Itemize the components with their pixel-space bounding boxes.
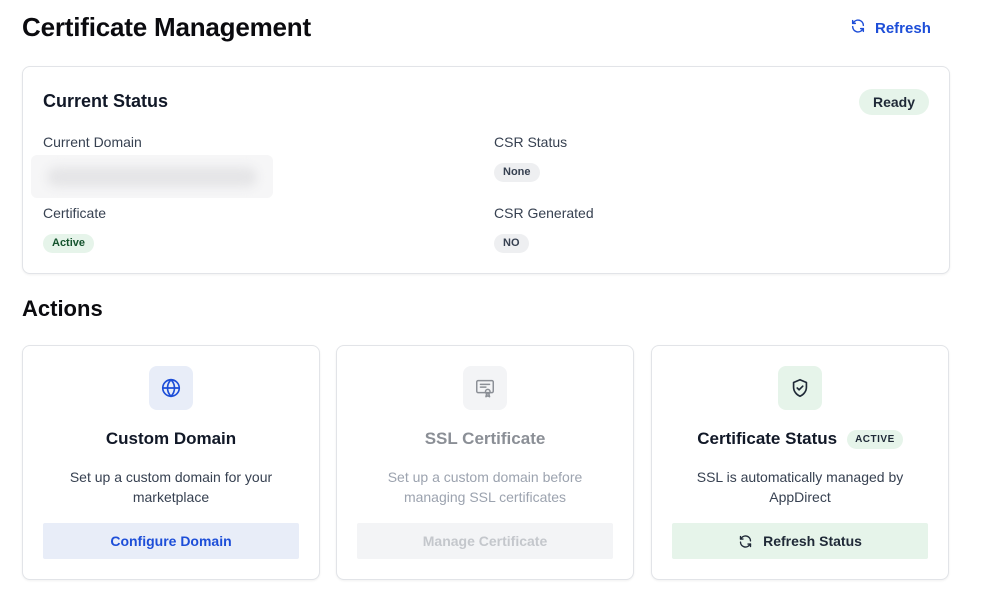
custom-domain-title: Custom Domain	[105, 429, 237, 448]
ssl-certificate-description: Set up a custom domain before managing S…	[387, 469, 583, 505]
csr-generated-badge: NO	[494, 234, 529, 253]
certificate-badge: Active	[43, 234, 95, 253]
status-title: Current Status	[43, 91, 169, 111]
configure-domain-button[interactable]: Configure Domain	[43, 523, 299, 559]
status-badge: Ready	[858, 89, 929, 115]
csr-generated-label: CSR Generated	[494, 205, 594, 221]
certificate-label: Certificate	[43, 205, 107, 221]
custom-domain-description: Set up a custom domain for your marketpl…	[69, 469, 273, 505]
refresh-status-button[interactable]: Refresh Status	[672, 523, 928, 559]
certificate-status-card: Certificate Status ACTIVE SSL is automat…	[651, 345, 949, 580]
shield-check-icon	[778, 366, 822, 410]
certificate-status-description: SSL is automatically managed by AppDirec…	[696, 469, 904, 505]
active-badge: ACTIVE	[847, 429, 903, 449]
refresh-label: Refresh	[875, 19, 931, 37]
manage-certificate-button[interactable]: Manage Certificate	[357, 523, 613, 559]
globe-icon	[149, 366, 193, 410]
ssl-certificate-card: SSL Certificate Set up a custom domain b…	[336, 345, 634, 580]
refresh-status-label: Refresh Status	[763, 533, 862, 549]
refresh-icon	[738, 534, 753, 549]
current-status-card: Current Status Ready Current Domain CSR …	[22, 66, 950, 274]
refresh-button[interactable]: Refresh	[850, 18, 931, 38]
csr-status-label: CSR Status	[494, 134, 568, 150]
current-domain-value-redacted	[31, 155, 273, 198]
page-title: Certificate Management	[22, 12, 311, 42]
ssl-certificate-title: SSL Certificate	[424, 429, 546, 448]
certificate-status-title: Certificate Status ACTIVE	[652, 429, 948, 449]
refresh-icon	[850, 18, 866, 38]
custom-domain-card: Custom Domain Set up a custom domain for…	[22, 345, 320, 580]
actions-title: Actions	[22, 296, 103, 321]
csr-status-badge: None	[494, 163, 540, 182]
current-domain-label: Current Domain	[43, 134, 142, 150]
certificate-icon	[463, 366, 507, 410]
